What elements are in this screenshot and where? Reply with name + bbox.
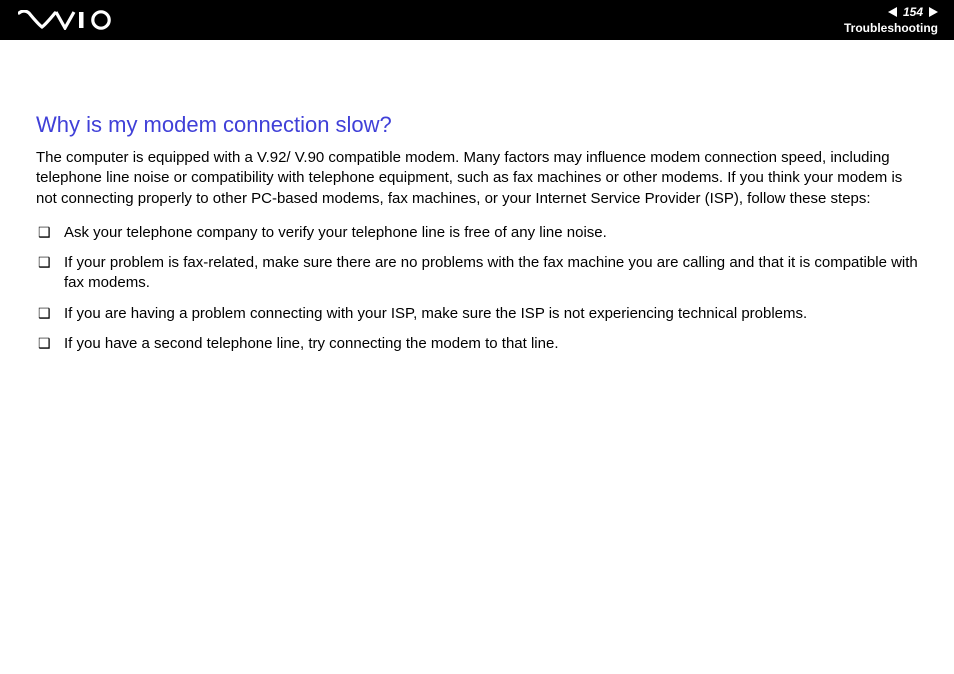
page-number: 154 bbox=[903, 5, 923, 19]
page-title: Why is my modem connection slow? bbox=[36, 112, 918, 138]
list-item: If you have a second telephone line, try… bbox=[36, 334, 918, 354]
section-label: Troubleshooting bbox=[844, 21, 938, 35]
vaio-logo bbox=[18, 0, 114, 40]
intro-paragraph: The computer is equipped with a V.92/ V.… bbox=[36, 148, 918, 209]
steps-list: Ask your telephone company to verify you… bbox=[36, 223, 918, 354]
list-item: If you are having a problem connecting w… bbox=[36, 304, 918, 324]
page-nav: 154 bbox=[888, 5, 938, 19]
list-item: If your problem is fax-related, make sur… bbox=[36, 253, 918, 294]
page-next-icon[interactable] bbox=[929, 7, 938, 17]
content-area: Why is my modem connection slow? The com… bbox=[0, 40, 954, 354]
list-item: Ask your telephone company to verify you… bbox=[36, 223, 918, 243]
header-bar: 154 Troubleshooting bbox=[0, 0, 954, 40]
header-right: 154 Troubleshooting bbox=[844, 5, 938, 35]
page-prev-icon[interactable] bbox=[888, 7, 897, 17]
